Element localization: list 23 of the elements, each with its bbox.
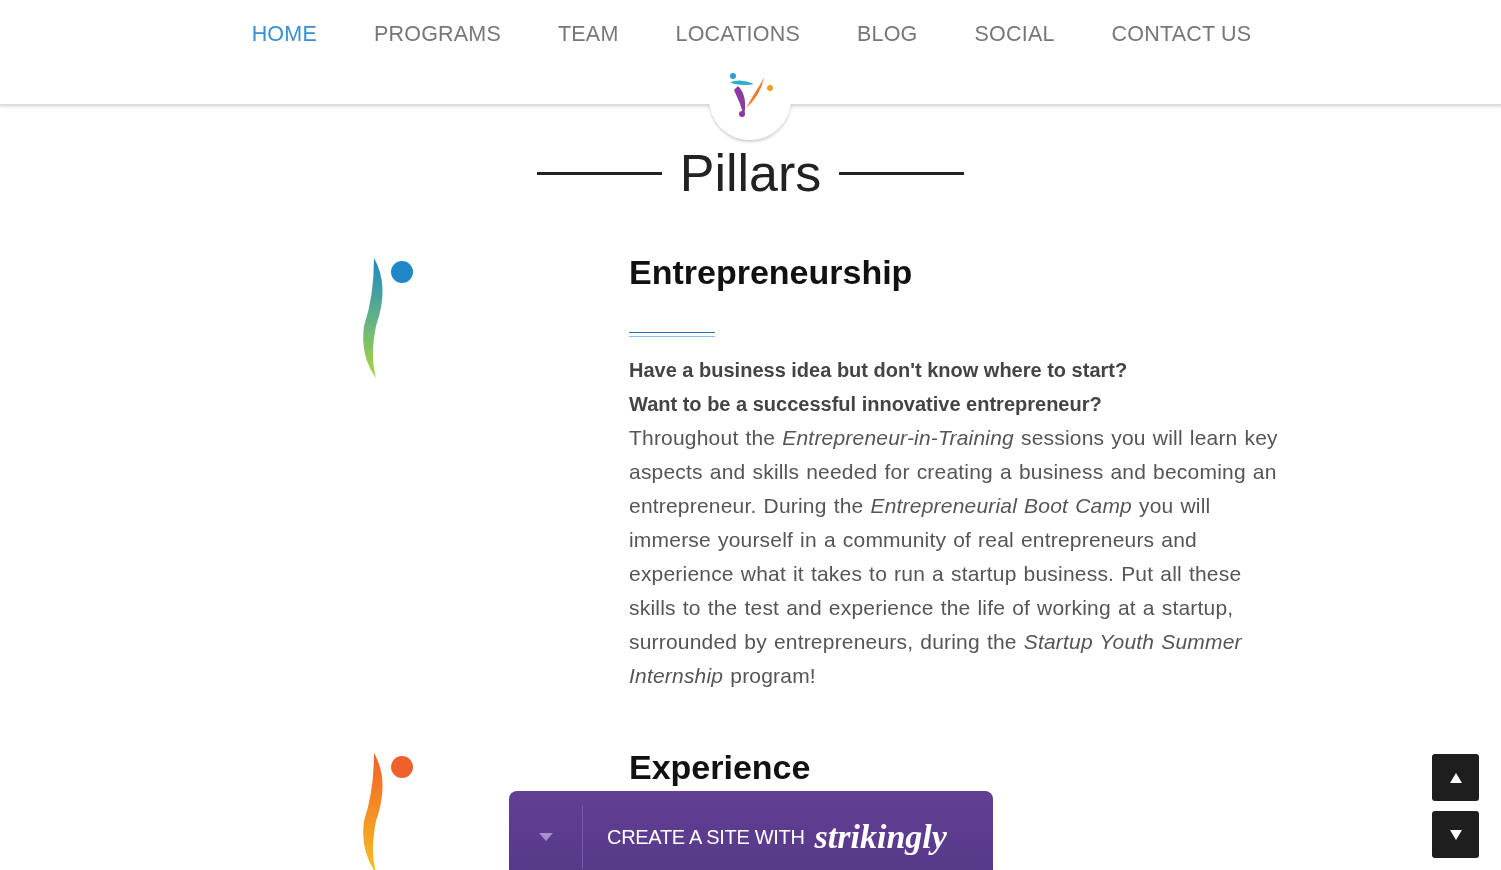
nav-link[interactable]: PROGRAMS <box>373 22 501 47</box>
figure-icon <box>360 256 416 380</box>
nav-link[interactable]: TEAM <box>558 22 619 47</box>
brand-logo[interactable]: strikingly <box>814 818 947 856</box>
nav-link[interactable]: SOCIAL <box>974 22 1055 47</box>
up-arrow-icon <box>1449 772 1462 783</box>
nav-link[interactable]: HOME <box>251 22 317 47</box>
lead-question: Have a business idea but don't know where to start? <box>629 358 1129 383</box>
down-arrow-icon <box>1449 829 1462 840</box>
nav-link[interactable]: CONTACT US <box>1111 22 1252 47</box>
caret-icon[interactable] <box>538 833 553 841</box>
scroll-down-button[interactable] <box>1432 811 1479 858</box>
pillar-heading: Entrepreneurship <box>629 252 914 293</box>
section-title: Pillars <box>679 143 822 204</box>
lead-question: Want to be a successful innovative entrepreneur? <box>629 392 1103 417</box>
nav-link[interactable]: LOCATIONS <box>675 22 800 47</box>
nav-link[interactable]: BLOG <box>856 22 918 47</box>
scroll-up-button[interactable] <box>1432 754 1479 801</box>
pillar-heading: Experience <box>629 747 812 788</box>
figure-icon <box>360 751 416 870</box>
logo-icon[interactable] <box>728 72 776 118</box>
banner-text[interactable]: CREATE A SITE WITH <box>607 825 805 849</box>
pillar-description: Throughout the Entrepreneur-in-Training sessions you will learn key aspects and skills needed for creating a business and becoming an entrepreneur. During the Entrepreneurial Boot Camp you will immerse yourself in a community of real entrepreneurs and experience what it takes to run a startup business. Put all these skills to the test and experience the life of working at a startup, surrounded by entrepreneurs, during the Startup Youth Summer Internship program! <box>629 425 1279 689</box>
